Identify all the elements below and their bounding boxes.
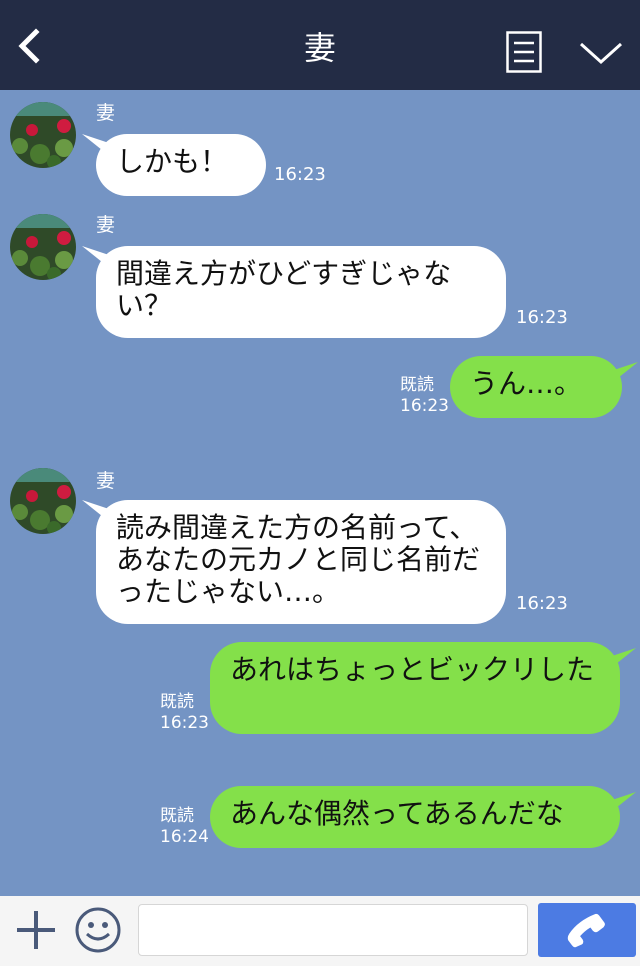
back-arrow-icon[interactable]	[10, 26, 50, 66]
outgoing-message[interactable]: うん…。	[450, 356, 622, 418]
read-receipt: 既読 16:24	[160, 806, 209, 848]
chat-header: 妻	[0, 0, 640, 90]
incoming-message[interactable]: 読み間違えた方の名前って、あなたの元カノと同じ名前だったじゃない…。	[96, 500, 506, 624]
timestamp: 16:23	[400, 396, 449, 416]
timestamp: 16:23	[516, 307, 568, 328]
read-receipt: 既読 16:23	[400, 375, 449, 417]
read-label: 既読	[400, 375, 434, 395]
phone-icon	[567, 913, 605, 948]
read-label: 既読	[160, 692, 194, 712]
plus-icon[interactable]	[14, 908, 58, 952]
outgoing-message[interactable]: あれはちょっとビックリした	[210, 642, 620, 734]
bubble-tail	[606, 792, 636, 816]
incoming-message[interactable]: しかも！	[96, 134, 266, 196]
menu-icon[interactable]	[506, 31, 542, 73]
call-button[interactable]	[538, 903, 636, 957]
chat-title: 妻	[303, 29, 336, 67]
bubble-tail	[606, 648, 636, 672]
outgoing-message[interactable]: あんな偶然ってあるんだな	[210, 786, 620, 848]
smile-icon[interactable]	[74, 906, 122, 954]
read-receipt: 既読 16:23	[160, 692, 209, 734]
timestamp: 16:24	[160, 827, 209, 847]
timestamp: 16:23	[160, 713, 209, 733]
sender-name: 妻	[96, 214, 116, 236]
timestamp: 16:23	[274, 164, 326, 185]
chevron-down-icon[interactable]	[578, 38, 624, 68]
bubble-tail	[608, 362, 638, 386]
avatar[interactable]	[10, 468, 76, 534]
avatar[interactable]	[10, 102, 76, 168]
sender-name: 妻	[96, 470, 116, 492]
read-label: 既読	[160, 806, 194, 826]
sender-name: 妻	[96, 102, 116, 124]
incoming-message[interactable]: 間違え方がひどすぎじゃない？	[96, 246, 506, 338]
message-input[interactable]	[138, 904, 528, 956]
timestamp: 16:23	[516, 593, 568, 614]
avatar[interactable]	[10, 214, 76, 280]
